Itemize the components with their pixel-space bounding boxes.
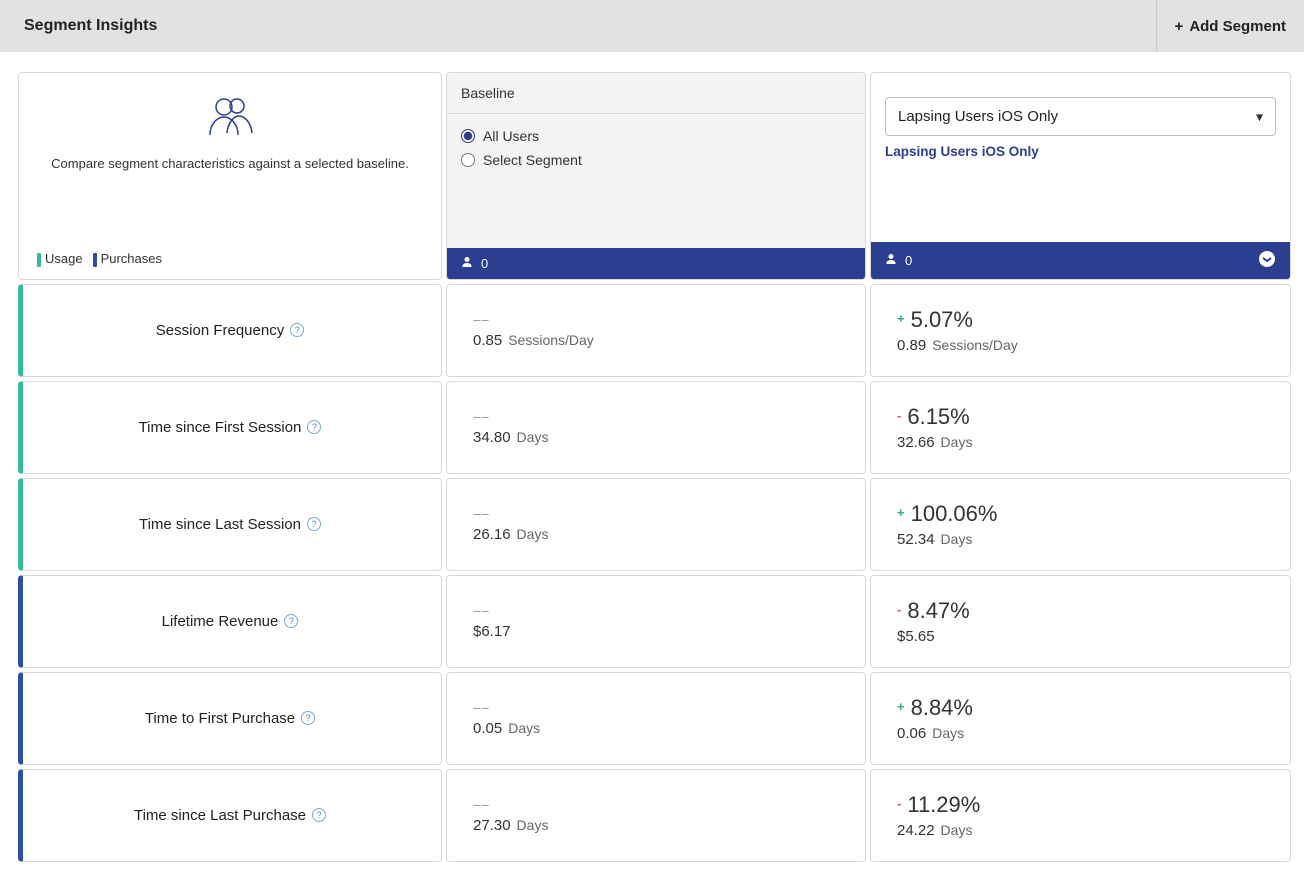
user-icon (461, 256, 473, 271)
baseline-count: 0 (481, 256, 488, 271)
help-icon[interactable]: ? (284, 614, 298, 628)
baseline-value-line: 0.05Days (473, 720, 839, 737)
baseline-value-line: 34.80Days (473, 429, 839, 446)
metric-label-cell: Lifetime Revenue? (18, 575, 442, 668)
segment-value-line: $5.65 (897, 628, 1264, 645)
baseline-delta: −− (473, 506, 839, 522)
add-segment-button[interactable]: + Add Segment (1156, 0, 1304, 52)
metric-baseline-cell: −− 0.05Days (446, 672, 866, 765)
metric-label: Time since Last Session? (139, 516, 321, 533)
segment-delta: +8.84% (897, 695, 1264, 721)
metric-baseline-cell: −− 34.80Days (446, 381, 866, 474)
baseline-option-all-label: All Users (483, 128, 539, 144)
baseline-radio-select[interactable] (461, 153, 475, 167)
up-indicator-icon: + (897, 311, 905, 326)
segment-delta: +100.06% (897, 501, 1264, 527)
segment-value-line: 0.89Sessions/Day (897, 337, 1264, 354)
help-icon[interactable]: ? (312, 808, 326, 822)
baseline-header: Baseline (447, 73, 865, 114)
metric-segment-cell: -6.15% 32.66Days (870, 381, 1291, 474)
metric-baseline-cell: −− 26.16Days (446, 478, 866, 571)
baseline-delta: −− (473, 409, 839, 425)
metric-label: Session Frequency? (156, 322, 304, 339)
metric-segment-cell: -11.29% 24.22Days (870, 769, 1291, 862)
segment-delta: -8.47% (897, 598, 1264, 624)
segment-select-value: Lapsing Users iOS Only (898, 108, 1058, 125)
legend: Usage Purchases (37, 241, 423, 279)
metric-label-cell: Time since Last Session? (18, 478, 442, 571)
baseline-delta: −− (473, 312, 839, 328)
help-icon[interactable]: ? (290, 323, 304, 337)
segment-card: Lapsing Users iOS Only Lapsing Users iOS… (870, 72, 1291, 280)
segment-value-line: 52.34Days (897, 531, 1264, 548)
metric-baseline-cell: −− 0.85Sessions/Day (446, 284, 866, 377)
segment-delta: -11.29% (897, 792, 1264, 818)
page-header: Segment Insights + Add Segment (0, 0, 1304, 52)
down-indicator-icon: - (897, 796, 901, 811)
baseline-option-all[interactable]: All Users (461, 124, 851, 148)
help-icon[interactable]: ? (301, 711, 315, 725)
metric-segment-cell: +5.07% 0.89Sessions/Day (870, 284, 1291, 377)
metric-baseline-cell: −− $6.17 (446, 575, 866, 668)
metric-label-cell: Time to First Purchase? (18, 672, 442, 765)
segment-name[interactable]: Lapsing Users iOS Only (885, 144, 1276, 159)
baseline-radio-all[interactable] (461, 129, 475, 143)
metric-segment-cell: +100.06% 52.34Days (870, 478, 1291, 571)
intro-card: Compare segment characteristics against … (18, 72, 442, 280)
metric-label: Time since Last Purchase? (134, 807, 326, 824)
segment-value-line: 0.06Days (897, 725, 1264, 742)
baseline-value-line: 0.85Sessions/Day (473, 332, 839, 349)
page-title: Segment Insights (24, 17, 157, 35)
segment-select[interactable]: Lapsing Users iOS Only (885, 97, 1276, 136)
segment-count: 0 (905, 253, 912, 268)
help-icon[interactable]: ? (307, 420, 321, 434)
metric-segment-cell: +8.84% 0.06Days (870, 672, 1291, 765)
baseline-delta: −− (473, 603, 839, 619)
metric-label: Lifetime Revenue? (162, 613, 299, 630)
baseline-option-select-label: Select Segment (483, 152, 582, 168)
metric-label: Time to First Purchase? (145, 710, 315, 727)
baseline-value-line: 26.16Days (473, 526, 839, 543)
user-icon (885, 253, 897, 268)
baseline-option-select[interactable]: Select Segment (461, 148, 851, 172)
metric-label-cell: Session Frequency? (18, 284, 442, 377)
segment-value-line: 32.66Days (897, 434, 1264, 451)
add-segment-label: Add Segment (1189, 18, 1286, 35)
plus-icon: + (1175, 18, 1184, 35)
baseline-value-line: 27.30Days (473, 817, 839, 834)
segment-delta: +5.07% (897, 307, 1264, 333)
baseline-radio-group: All Users Select Segment (447, 114, 865, 248)
segment-delta: -6.15% (897, 404, 1264, 430)
metric-baseline-cell: −− 27.30Days (446, 769, 866, 862)
intro-text: Compare segment characteristics against … (37, 156, 423, 171)
baseline-delta: −− (473, 700, 839, 716)
baseline-delta: −− (473, 797, 839, 813)
baseline-value-line: $6.17 (473, 623, 839, 640)
segment-footer: 0 (871, 242, 1290, 279)
metric-segment-cell: -8.47% $5.65 (870, 575, 1291, 668)
metric-label-cell: Time since First Session? (18, 381, 442, 474)
baseline-card: Baseline All Users Select Segment 0 (446, 72, 866, 280)
legend-usage: Usage (37, 251, 83, 267)
up-indicator-icon: + (897, 699, 905, 714)
users-icon (37, 95, 423, 142)
chevron-down-circle-icon[interactable] (1258, 250, 1276, 271)
up-indicator-icon: + (897, 505, 905, 520)
down-indicator-icon: - (897, 602, 901, 617)
help-icon[interactable]: ? (307, 517, 321, 531)
down-indicator-icon: - (897, 408, 901, 423)
legend-purchases: Purchases (93, 251, 162, 267)
metric-label: Time since First Session? (139, 419, 322, 436)
segment-value-line: 24.22Days (897, 822, 1264, 839)
baseline-footer: 0 (447, 248, 865, 279)
metric-label-cell: Time since Last Purchase? (18, 769, 442, 862)
